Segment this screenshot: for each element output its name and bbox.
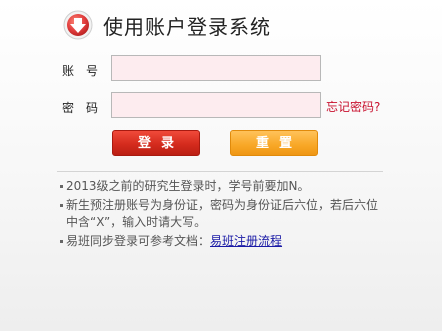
- forgot-password-link[interactable]: 忘记密码?: [326, 98, 380, 115]
- account-row: 账号: [0, 55, 442, 85]
- password-input[interactable]: [111, 92, 321, 118]
- page-title: 使用账户登录系统: [103, 14, 271, 39]
- reset-button[interactable]: 重置: [230, 130, 318, 156]
- divider: [57, 171, 383, 172]
- note-item: 2013级之前的研究生登录时，学号前要加N。: [60, 178, 385, 195]
- account-input[interactable]: [111, 55, 321, 81]
- note-item: 易班同步登录可参考文档：易班注册流程: [60, 233, 385, 250]
- login-button[interactable]: 登录: [112, 130, 200, 156]
- note-text: 易班同步登录可参考文档：: [66, 234, 211, 248]
- password-row: 密码 忘记密码?: [0, 92, 442, 122]
- download-arrow-icon: [63, 10, 93, 40]
- notes-list: 2013级之前的研究生登录时，学号前要加N。 新生预注册账号为身份证，密码为身份…: [60, 178, 385, 252]
- account-label: 账号: [62, 64, 111, 78]
- note-item: 新生预注册账号为身份证，密码为身份证后六位，若后六位中含“X”，输入时请大写。: [60, 197, 385, 231]
- password-label: 密码: [62, 101, 111, 115]
- login-header: 使用账户登录系统: [63, 9, 271, 41]
- yiban-guide-link[interactable]: 易班注册流程: [210, 234, 282, 248]
